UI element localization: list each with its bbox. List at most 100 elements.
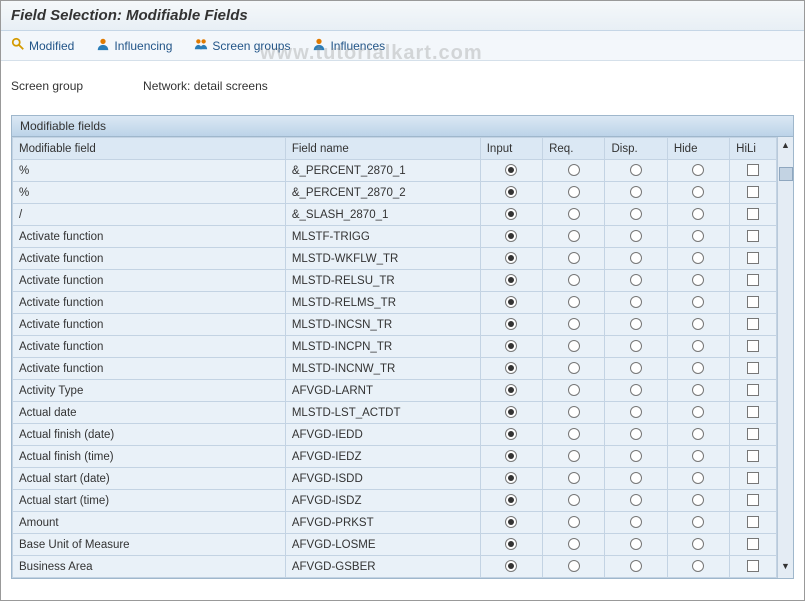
radio-disp[interactable] [630, 472, 642, 484]
col-disp[interactable]: Disp. [605, 138, 667, 160]
cell-hide[interactable] [667, 468, 729, 490]
cell-req[interactable] [543, 160, 605, 182]
cell-hide[interactable] [667, 314, 729, 336]
radio-req[interactable] [568, 186, 580, 198]
cell-req[interactable] [543, 380, 605, 402]
cell-hili[interactable] [730, 160, 777, 182]
checkbox-hili[interactable] [747, 450, 759, 462]
radio-hide[interactable] [692, 516, 704, 528]
cell-req[interactable] [543, 534, 605, 556]
cell-hili[interactable] [730, 490, 777, 512]
cell-hide[interactable] [667, 182, 729, 204]
radio-disp[interactable] [630, 252, 642, 264]
checkbox-hili[interactable] [747, 318, 759, 330]
radio-disp[interactable] [630, 450, 642, 462]
screen-groups-button[interactable]: Screen groups [190, 35, 294, 56]
cell-input[interactable] [480, 204, 542, 226]
radio-input[interactable] [505, 274, 517, 286]
radio-req[interactable] [568, 428, 580, 440]
radio-input[interactable] [505, 296, 517, 308]
cell-disp[interactable] [605, 556, 667, 578]
cell-hide[interactable] [667, 160, 729, 182]
checkbox-hili[interactable] [747, 230, 759, 242]
cell-hili[interactable] [730, 358, 777, 380]
cell-disp[interactable] [605, 402, 667, 424]
radio-hide[interactable] [692, 406, 704, 418]
cell-hide[interactable] [667, 380, 729, 402]
cell-hili[interactable] [730, 204, 777, 226]
radio-req[interactable] [568, 164, 580, 176]
cell-req[interactable] [543, 402, 605, 424]
influences-button[interactable]: Influences [308, 35, 389, 56]
cell-req[interactable] [543, 204, 605, 226]
cell-input[interactable] [480, 402, 542, 424]
radio-input[interactable] [505, 406, 517, 418]
radio-hide[interactable] [692, 340, 704, 352]
cell-req[interactable] [543, 314, 605, 336]
radio-req[interactable] [568, 318, 580, 330]
radio-disp[interactable] [630, 406, 642, 418]
cell-hili[interactable] [730, 270, 777, 292]
radio-input[interactable] [505, 494, 517, 506]
col-input[interactable]: Input [480, 138, 542, 160]
cell-hili[interactable] [730, 314, 777, 336]
radio-hide[interactable] [692, 230, 704, 242]
cell-req[interactable] [543, 424, 605, 446]
radio-disp[interactable] [630, 384, 642, 396]
col-hide[interactable]: Hide [667, 138, 729, 160]
cell-input[interactable] [480, 512, 542, 534]
cell-hide[interactable] [667, 534, 729, 556]
radio-req[interactable] [568, 494, 580, 506]
cell-hide[interactable] [667, 292, 729, 314]
cell-input[interactable] [480, 490, 542, 512]
radio-req[interactable] [568, 252, 580, 264]
radio-input[interactable] [505, 450, 517, 462]
cell-hili[interactable] [730, 182, 777, 204]
cell-disp[interactable] [605, 292, 667, 314]
radio-disp[interactable] [630, 164, 642, 176]
radio-input[interactable] [505, 560, 517, 572]
cell-hide[interactable] [667, 270, 729, 292]
radio-input[interactable] [505, 472, 517, 484]
cell-input[interactable] [480, 292, 542, 314]
cell-input[interactable] [480, 270, 542, 292]
cell-disp[interactable] [605, 424, 667, 446]
cell-hili[interactable] [730, 446, 777, 468]
radio-hide[interactable] [692, 428, 704, 440]
radio-req[interactable] [568, 384, 580, 396]
scroll-thumb[interactable] [779, 167, 793, 181]
radio-req[interactable] [568, 208, 580, 220]
cell-hide[interactable] [667, 556, 729, 578]
vertical-scrollbar[interactable]: ▲ ▼ [777, 137, 793, 578]
cell-hide[interactable] [667, 512, 729, 534]
cell-req[interactable] [543, 248, 605, 270]
radio-input[interactable] [505, 340, 517, 352]
radio-hide[interactable] [692, 208, 704, 220]
radio-input[interactable] [505, 164, 517, 176]
cell-hide[interactable] [667, 226, 729, 248]
cell-disp[interactable] [605, 446, 667, 468]
radio-disp[interactable] [630, 560, 642, 572]
radio-disp[interactable] [630, 274, 642, 286]
cell-hide[interactable] [667, 446, 729, 468]
radio-input[interactable] [505, 428, 517, 440]
cell-req[interactable] [543, 490, 605, 512]
radio-req[interactable] [568, 560, 580, 572]
cell-req[interactable] [543, 270, 605, 292]
checkbox-hili[interactable] [747, 274, 759, 286]
radio-input[interactable] [505, 362, 517, 374]
cell-disp[interactable] [605, 468, 667, 490]
radio-hide[interactable] [692, 296, 704, 308]
radio-disp[interactable] [630, 428, 642, 440]
checkbox-hili[interactable] [747, 296, 759, 308]
cell-hili[interactable] [730, 402, 777, 424]
checkbox-hili[interactable] [747, 406, 759, 418]
radio-hide[interactable] [692, 472, 704, 484]
cell-req[interactable] [543, 446, 605, 468]
radio-req[interactable] [568, 516, 580, 528]
cell-input[interactable] [480, 226, 542, 248]
radio-disp[interactable] [630, 230, 642, 242]
cell-hili[interactable] [730, 468, 777, 490]
checkbox-hili[interactable] [747, 472, 759, 484]
influencing-button[interactable]: Influencing [92, 35, 176, 56]
